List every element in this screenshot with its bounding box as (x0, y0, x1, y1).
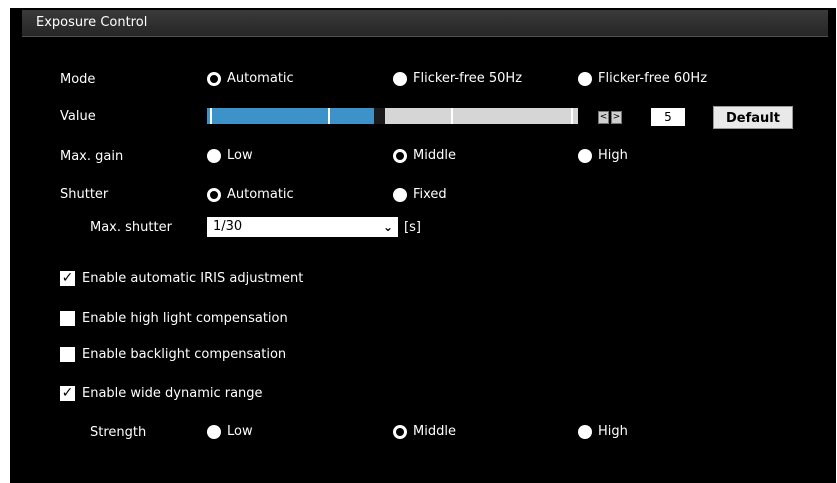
max-gain-label: Max. gain (60, 149, 124, 164)
value-slider[interactable] (207, 108, 578, 124)
slider-tick (571, 108, 573, 124)
radio-unselected-icon (578, 424, 592, 439)
max-shutter-value: 1/30 (213, 219, 243, 234)
default-button[interactable]: Default (713, 106, 793, 129)
slider-tick (451, 108, 453, 124)
checkbox-checked-icon: ✓ (60, 270, 75, 286)
checkbox-checked-icon: ✓ (60, 385, 75, 401)
max-shutter-select[interactable]: 1/30 ⌄ (207, 217, 398, 237)
slider-thumb[interactable] (374, 108, 385, 124)
radio-unselected-icon (393, 187, 407, 202)
mode-label: Mode (60, 72, 96, 87)
shutter-unit: [s] (404, 220, 421, 235)
slider-tick (210, 108, 212, 124)
radio-unselected-icon (578, 148, 592, 163)
checkbox-unchecked-icon (60, 311, 75, 326)
mode-flicker60-radio[interactable]: Flicker-free 60Hz (578, 71, 707, 86)
value-input[interactable]: 5 (651, 108, 685, 126)
shutter-fixed-radio[interactable]: Fixed (393, 187, 447, 202)
radio-selected-icon (207, 187, 221, 202)
highlight-checkbox[interactable]: Enable high light compensation (60, 311, 288, 326)
slider-fill (207, 108, 374, 124)
mode-flicker50-radio[interactable]: Flicker-free 50Hz (393, 71, 522, 86)
max-gain-middle-radio[interactable]: Middle (393, 148, 456, 163)
slider-track (385, 108, 578, 124)
section-title-bar: Exposure Control (22, 10, 828, 37)
decrement-button[interactable]: < (598, 111, 609, 124)
radio-unselected-icon (207, 148, 221, 163)
increment-button[interactable]: > (611, 111, 622, 124)
radio-selected-icon (393, 148, 407, 163)
radio-selected-icon (207, 71, 221, 86)
strength-middle-radio[interactable]: Middle (393, 424, 456, 439)
radio-unselected-icon (578, 71, 592, 86)
mode-automatic-radio[interactable]: Automatic (207, 71, 294, 86)
shutter-label: Shutter (60, 187, 109, 202)
radio-unselected-icon (207, 424, 221, 439)
radio-selected-icon (393, 424, 407, 439)
checkbox-unchecked-icon (60, 347, 75, 362)
section-title: Exposure Control (36, 15, 148, 30)
max-gain-high-radio[interactable]: High (578, 148, 628, 163)
wdr-checkbox[interactable]: ✓ Enable wide dynamic range (60, 386, 263, 401)
shutter-automatic-radio[interactable]: Automatic (207, 187, 294, 202)
strength-high-radio[interactable]: High (578, 424, 628, 439)
max-gain-low-radio[interactable]: Low (207, 148, 253, 163)
strength-label: Strength (90, 425, 147, 440)
max-shutter-label: Max. shutter (90, 220, 172, 235)
radio-unselected-icon (393, 71, 407, 86)
chevron-down-icon: ⌄ (382, 220, 393, 234)
slider-tick (328, 108, 330, 124)
value-label: Value (60, 109, 96, 124)
strength-low-radio[interactable]: Low (207, 424, 253, 439)
iris-checkbox[interactable]: ✓ Enable automatic IRIS adjustment (60, 271, 303, 286)
backlight-checkbox[interactable]: Enable backlight compensation (60, 347, 286, 362)
